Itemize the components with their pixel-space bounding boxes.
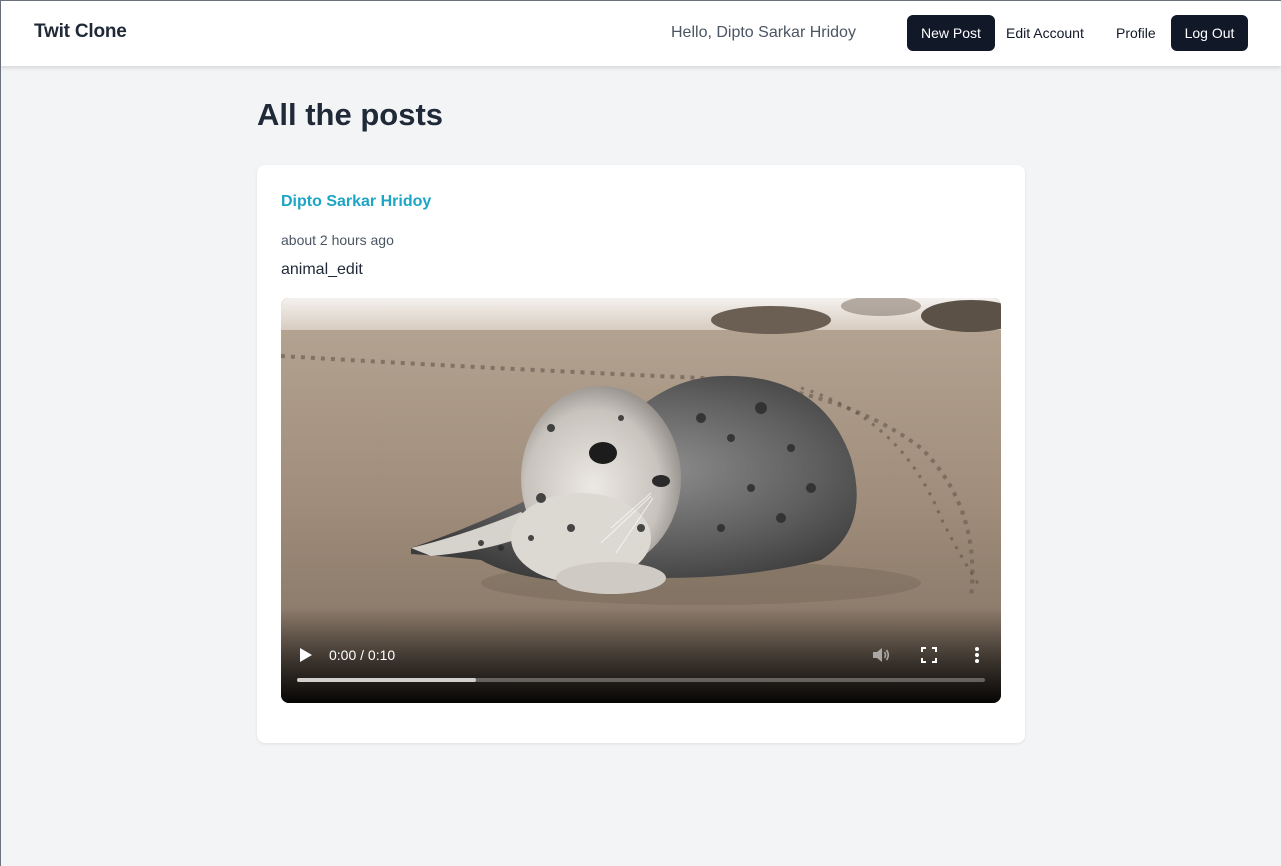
volume-icon[interactable]	[871, 645, 891, 665]
video-progress-bar[interactable]	[297, 678, 985, 682]
post-video-player[interactable]: 0:00 / 0:10	[281, 298, 1001, 703]
page-title: All the posts	[257, 97, 444, 132]
play-icon[interactable]	[299, 647, 313, 663]
post-timestamp: about 2 hours ago	[281, 232, 394, 248]
video-time-display: 0:00 / 0:10	[329, 647, 396, 663]
logout-button[interactable]: Log Out	[1171, 15, 1248, 51]
edit-account-link[interactable]: Edit Account	[1006, 15, 1084, 51]
new-post-button[interactable]: New Post	[907, 15, 995, 51]
top-navbar: Twit Clone Hello, Dipto Sarkar Hridoy Ne…	[1, 1, 1281, 66]
video-buffered-indicator	[297, 678, 476, 682]
profile-link[interactable]: Profile	[1116, 15, 1156, 51]
post-author-link[interactable]: Dipto Sarkar Hridoy	[281, 193, 431, 211]
post-card: Dipto Sarkar Hridoy about 2 hours ago an…	[257, 165, 1025, 743]
more-vert-icon[interactable]	[974, 646, 980, 664]
fullscreen-icon[interactable]	[921, 647, 937, 663]
post-text: animal_edit	[281, 261, 363, 278]
user-greeting: Hello, Dipto Sarkar Hridoy	[671, 24, 856, 41]
brand-logo[interactable]: Twit Clone	[34, 21, 127, 43]
